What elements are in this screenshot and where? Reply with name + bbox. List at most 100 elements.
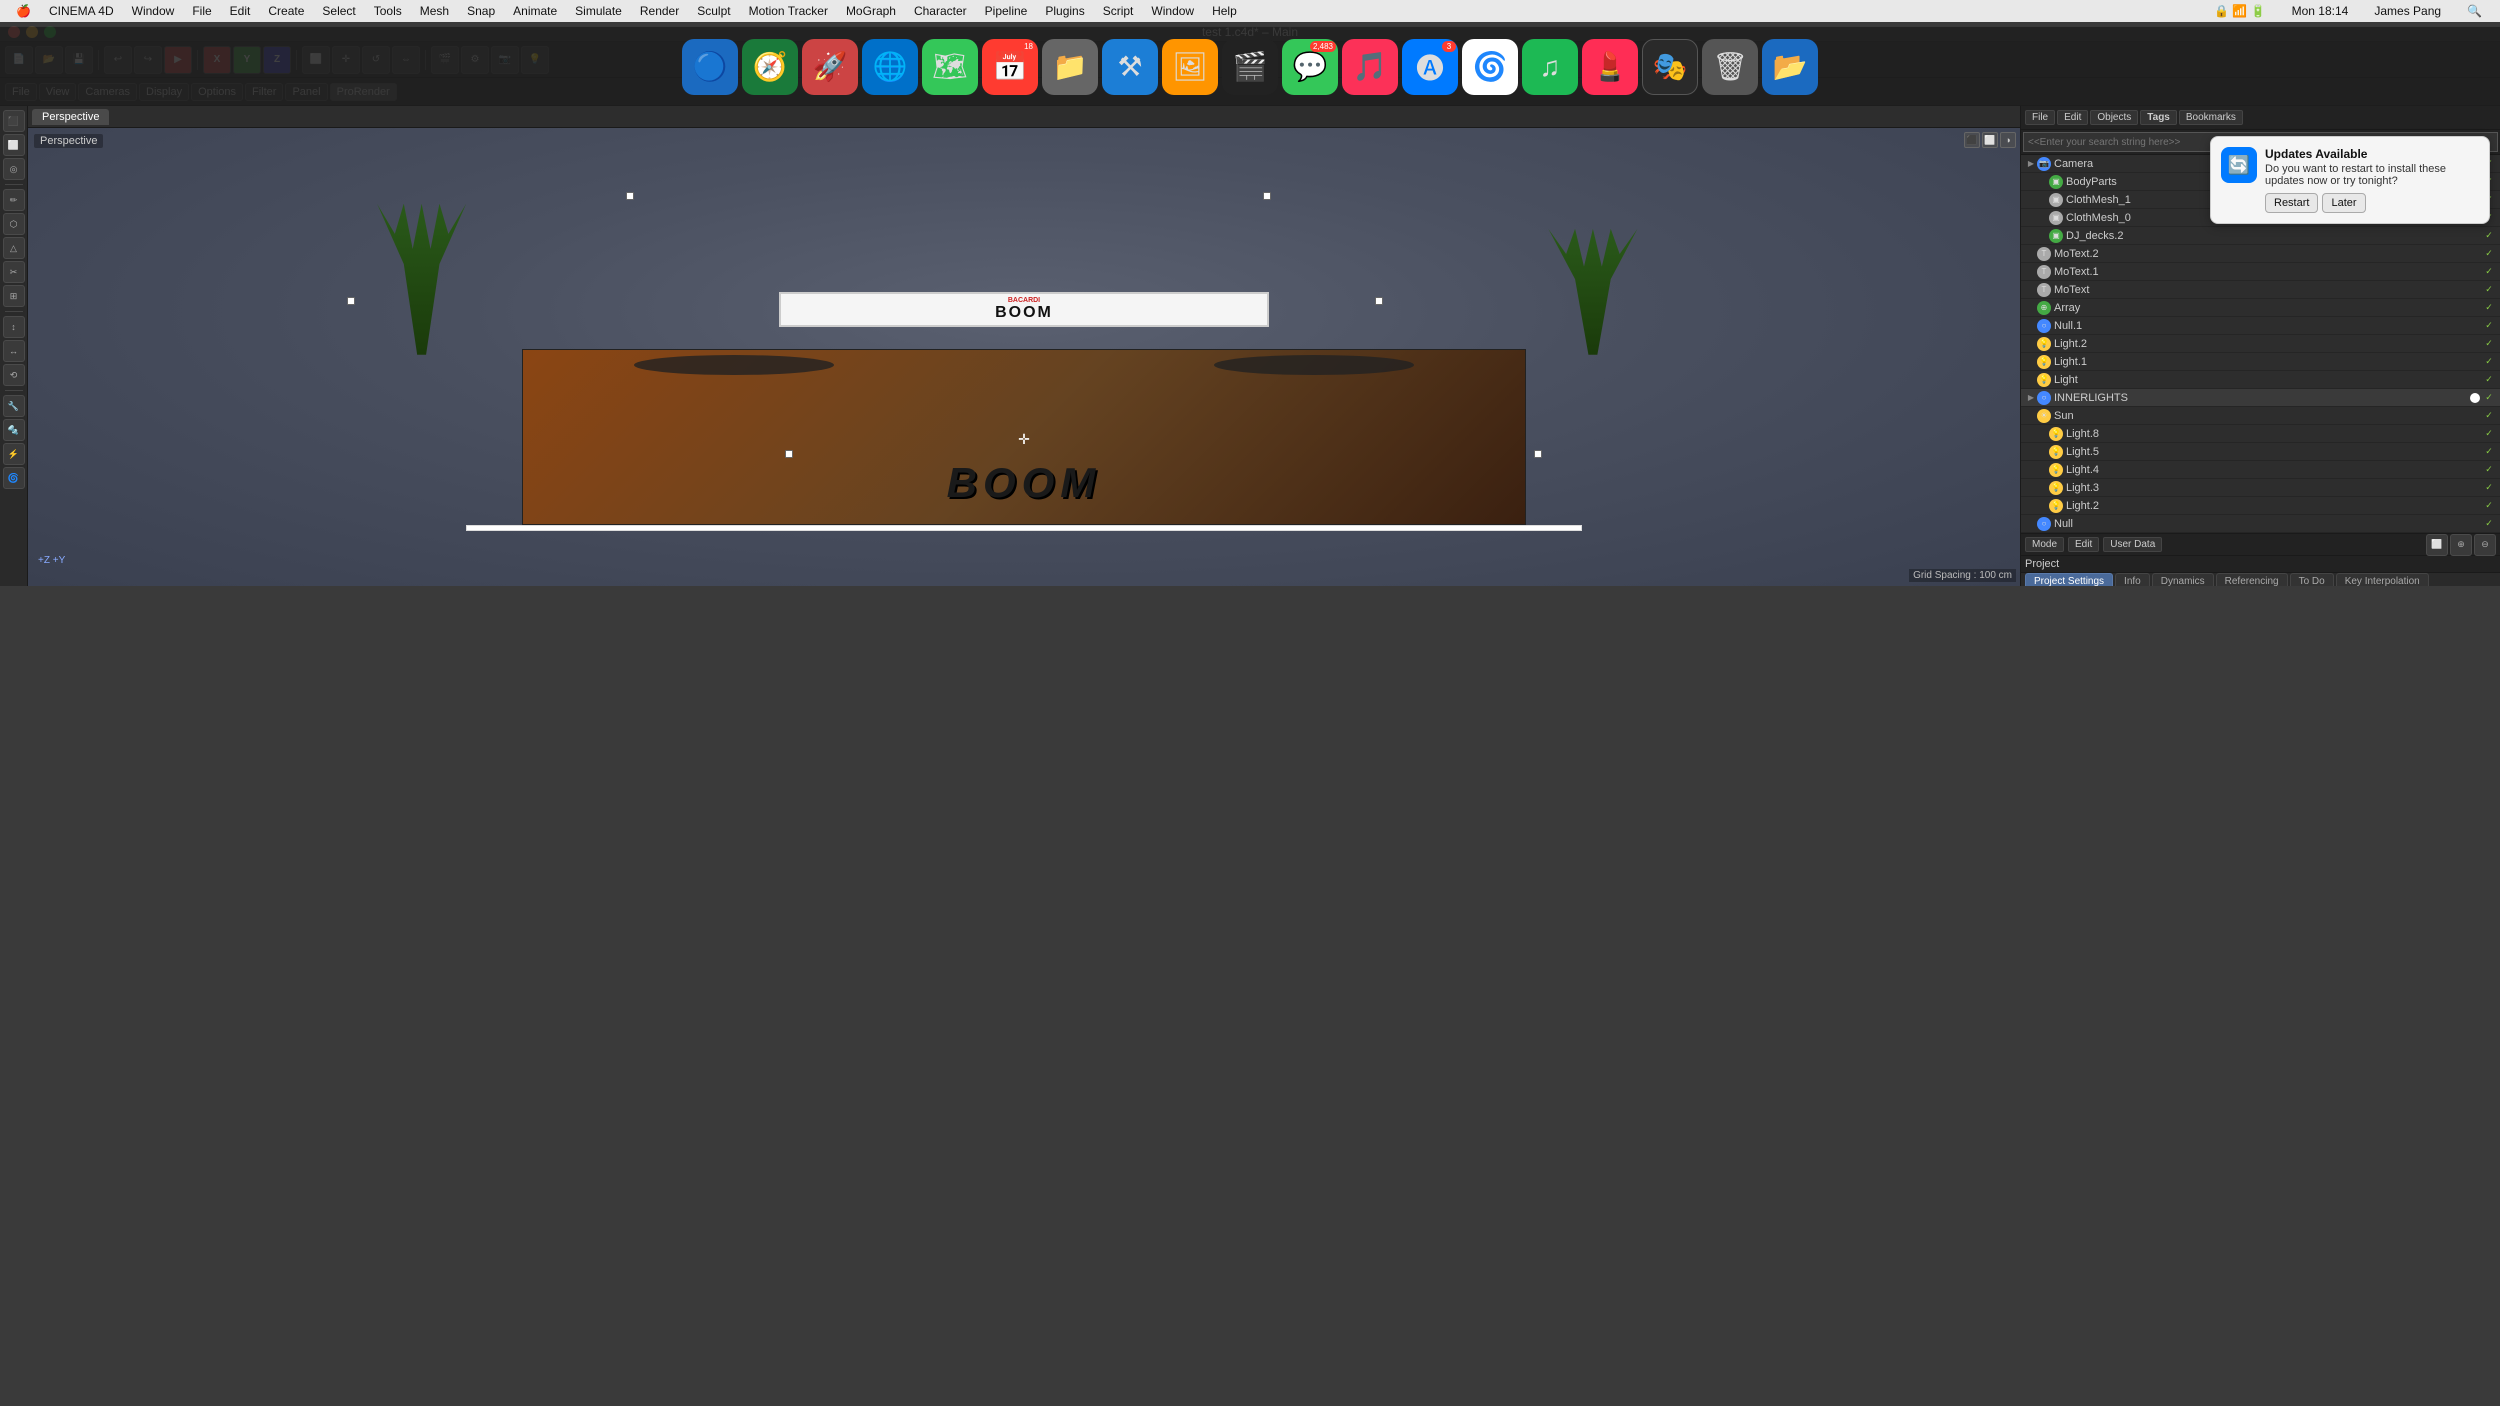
menu-window2[interactable]: Window [1143, 2, 1202, 20]
obj-check-light5[interactable]: ✓ [2482, 445, 2496, 459]
menu-edit[interactable]: Edit [222, 2, 259, 20]
props-icon1[interactable]: ⬜ [2426, 534, 2448, 556]
obj-row-motext[interactable]: T MoText ✓ [2021, 281, 2500, 299]
obj-row-light1[interactable]: 💡 Light.1 ✓ [2021, 353, 2500, 371]
obj-row-array[interactable]: ⊕ Array ✓ [2021, 299, 2500, 317]
obj-check-motext[interactable]: ✓ [2482, 283, 2496, 297]
obj-objects-menu[interactable]: Objects [2090, 110, 2138, 125]
dock-photos[interactable]: 🖼 [1162, 39, 1218, 95]
tool-btn-4[interactable]: ✏ [3, 189, 25, 211]
dock-safari[interactable]: 🧭 [742, 39, 798, 95]
viewport[interactable]: BOOM BACARDI BOOM [28, 128, 2020, 586]
tool-btn-13[interactable]: 🔩 [3, 419, 25, 441]
menu-snap[interactable]: Snap [459, 2, 503, 20]
dock-launchpad[interactable]: 🚀 [802, 39, 858, 95]
notif-restart-btn[interactable]: Restart [2265, 193, 2318, 213]
obj-check-light2[interactable]: ✓ [2482, 337, 2496, 351]
obj-check-sun[interactable]: ✓ [2482, 409, 2496, 423]
menu-create[interactable]: Create [260, 2, 312, 20]
tab-key-interpolation[interactable]: Key Interpolation [2336, 573, 2429, 586]
dock-xcode[interactable]: ⚒ [1102, 39, 1158, 95]
obj-row-light4[interactable]: 💡 Light.4 ✓ [2021, 461, 2500, 479]
dock-calendar[interactable]: 📅 18 [982, 39, 1038, 95]
obj-check-light3[interactable]: ✓ [2482, 481, 2496, 495]
obj-row-sun[interactable]: ☀ Sun ✓ [2021, 407, 2500, 425]
handle-br[interactable] [1534, 450, 1542, 458]
menu-search-icon[interactable]: 🔍 [2459, 2, 2490, 20]
dock-finder[interactable]: 🔵 [682, 39, 738, 95]
handle-tr[interactable] [1263, 192, 1271, 200]
obj-row-light8[interactable]: 💡 Light.8 ✓ [2021, 425, 2500, 443]
props-mode-tab[interactable]: Mode [2025, 537, 2064, 552]
handle-bl[interactable] [785, 450, 793, 458]
menu-cinema4d[interactable]: CINEMA 4D [41, 2, 122, 20]
tool-btn-12[interactable]: 🔧 [3, 395, 25, 417]
dock-c4d[interactable]: 🎬 [1222, 39, 1278, 95]
obj-check-light[interactable]: ✓ [2482, 373, 2496, 387]
tab-referencing[interactable]: Referencing [2216, 573, 2288, 586]
menu-mograph[interactable]: MoGraph [838, 2, 904, 20]
handle-mr[interactable] [1375, 297, 1383, 305]
dock-files[interactable]: 📁 [1042, 39, 1098, 95]
obj-check-motext1[interactable]: ✓ [2482, 265, 2496, 279]
obj-row-motext1[interactable]: T MoText.1 ✓ [2021, 263, 2500, 281]
tab-project-settings[interactable]: Project Settings [2025, 573, 2113, 586]
obj-check-light4[interactable]: ✓ [2482, 463, 2496, 477]
obj-check-light2b[interactable]: ✓ [2482, 499, 2496, 513]
obj-edit-menu[interactable]: Edit [2057, 110, 2088, 125]
menu-tools[interactable]: Tools [366, 2, 410, 20]
obj-check-array[interactable]: ✓ [2482, 301, 2496, 315]
obj-file-menu[interactable]: File [2025, 110, 2055, 125]
menu-character[interactable]: Character [906, 2, 975, 20]
obj-check-light8[interactable]: ✓ [2482, 427, 2496, 441]
obj-check-light1[interactable]: ✓ [2482, 355, 2496, 369]
obj-check-null1[interactable]: ✓ [2482, 319, 2496, 333]
tool-btn-10[interactable]: ↔ [3, 340, 25, 362]
handle-ml[interactable] [347, 297, 355, 305]
tab-info[interactable]: Info [2115, 573, 2150, 586]
dock-trash[interactable]: 🗑 [1702, 39, 1758, 95]
tool-btn-14[interactable]: ⚡ [3, 443, 25, 465]
menu-pipeline[interactable]: Pipeline [977, 2, 1036, 20]
menu-animate[interactable]: Animate [505, 2, 565, 20]
tool-btn-1[interactable]: ⬛ [3, 110, 25, 132]
obj-row-light2b[interactable]: 💡 Light.2 ✓ [2021, 497, 2500, 515]
dock-maps[interactable]: 🗺 [922, 39, 978, 95]
obj-row-dj[interactable]: ▣ DJ_decks.2 ✓ [2021, 227, 2500, 245]
props-edit-tab[interactable]: Edit [2068, 537, 2099, 552]
obj-row-innerlights[interactable]: ▶ ○ INNERLIGHTS ✓ [2021, 389, 2500, 407]
obj-tags-menu[interactable]: Tags [2140, 110, 2177, 125]
menu-select[interactable]: Select [314, 2, 363, 20]
tool-btn-15[interactable]: 🌀 [3, 467, 25, 489]
menu-script[interactable]: Script [1095, 2, 1142, 20]
menu-sculpt[interactable]: Sculpt [689, 2, 738, 20]
dock-c4d2[interactable]: 🎭 [1642, 39, 1698, 95]
dock-browser[interactable]: 🌐 [862, 39, 918, 95]
tab-dynamics[interactable]: Dynamics [2152, 573, 2214, 586]
vp-ctrl-1[interactable]: ⬛ [1964, 132, 1980, 148]
tool-btn-8[interactable]: ⊞ [3, 285, 25, 307]
menu-window[interactable]: Window [124, 2, 183, 20]
tab-todo[interactable]: To Do [2290, 573, 2334, 586]
dock-makeup[interactable]: 💄 [1582, 39, 1638, 95]
props-icon3[interactable]: ⊖ [2474, 534, 2496, 556]
viewport-tab-perspective[interactable]: Perspective [32, 109, 109, 125]
dock-appstore[interactable]: 🅐 3 [1402, 39, 1458, 95]
transform-handle[interactable]: ✛ [1014, 429, 1034, 449]
obj-bookmarks-menu[interactable]: Bookmarks [2179, 110, 2243, 125]
menu-mesh[interactable]: Mesh [412, 2, 457, 20]
menu-simulate[interactable]: Simulate [567, 2, 630, 20]
obj-row-null[interactable]: ○ Null ✓ [2021, 515, 2500, 533]
vp-ctrl-2[interactable]: ⬜ [1982, 132, 1998, 148]
obj-check-null[interactable]: ✓ [2482, 517, 2496, 531]
obj-row-light3[interactable]: 💡 Light.3 ✓ [2021, 479, 2500, 497]
tool-btn-9[interactable]: ↕ [3, 316, 25, 338]
handle-tl[interactable] [626, 192, 634, 200]
obj-row-light2[interactable]: 💡 Light.2 ✓ [2021, 335, 2500, 353]
obj-row-light5[interactable]: 💡 Light.5 ✓ [2021, 443, 2500, 461]
tool-btn-6[interactable]: △ [3, 237, 25, 259]
tool-btn-2[interactable]: ⬜ [3, 134, 25, 156]
dock-finder2[interactable]: 📂 [1762, 39, 1818, 95]
notif-later-btn[interactable]: Later [2322, 193, 2365, 213]
dock-spotify[interactable]: ♫ [1522, 39, 1578, 95]
